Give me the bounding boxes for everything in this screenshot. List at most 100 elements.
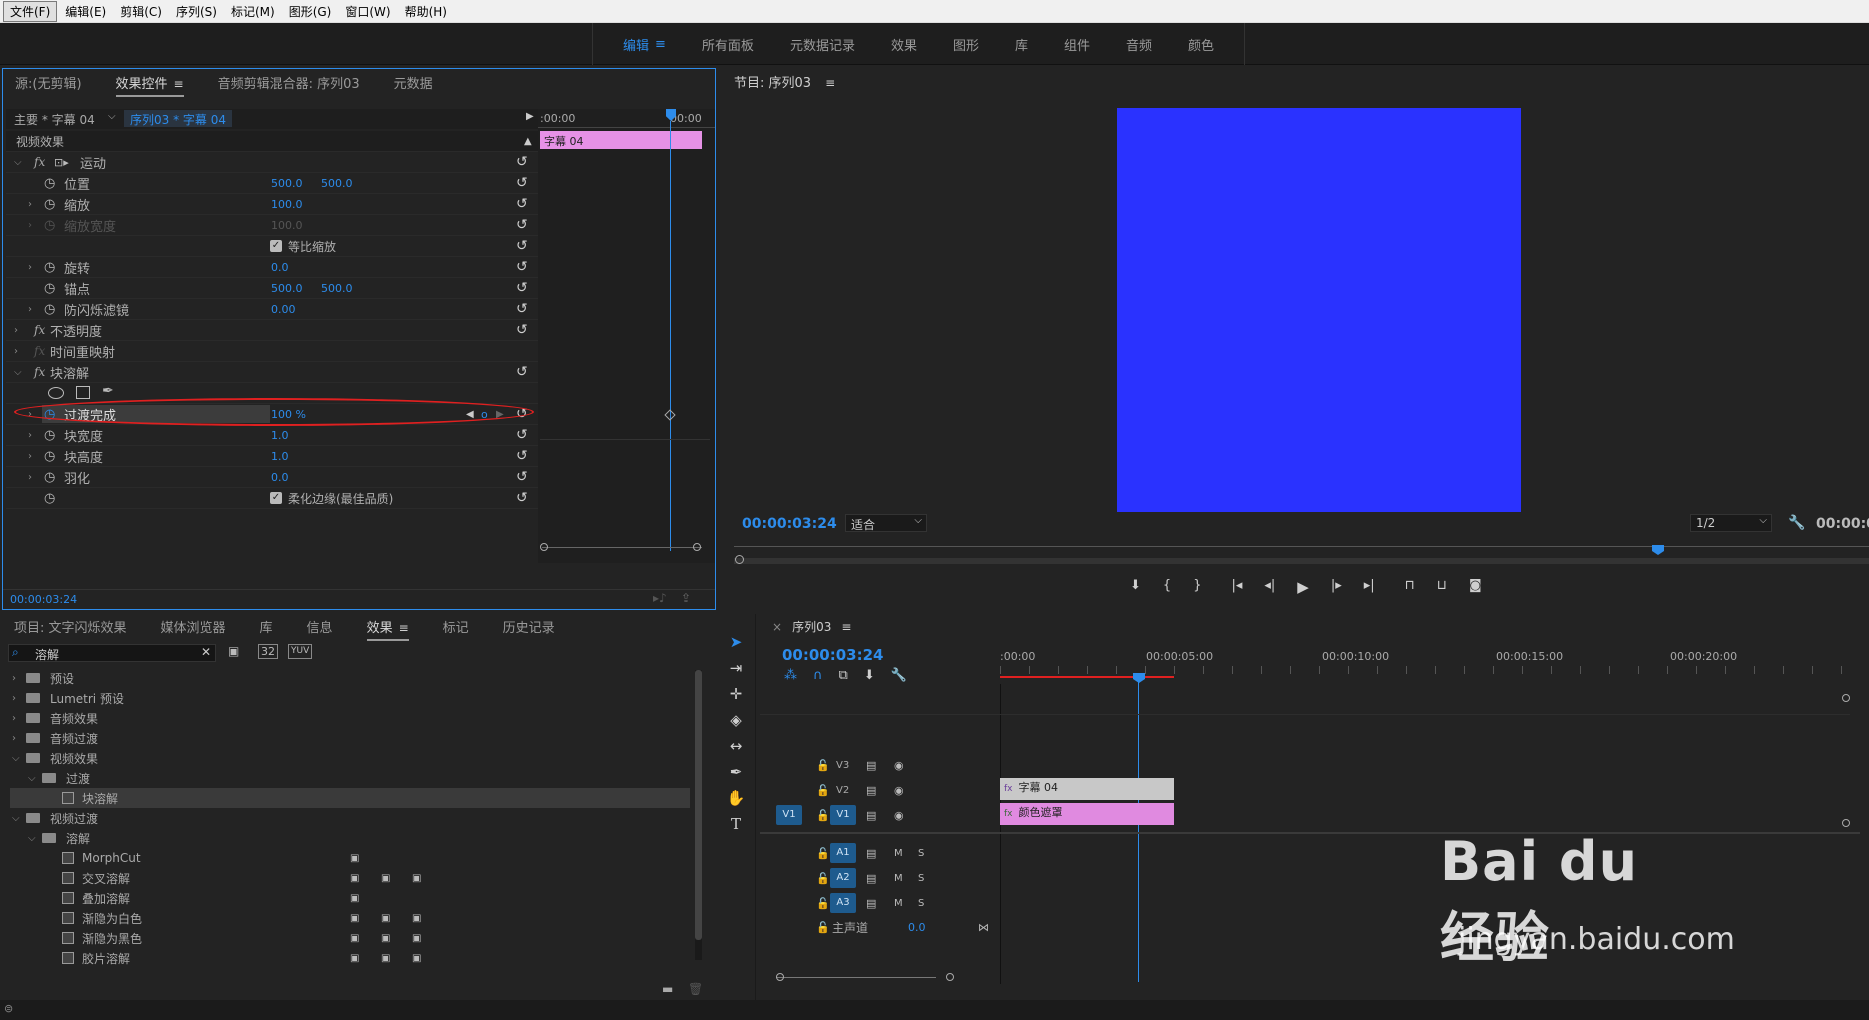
- reset-icon[interactable]: ↺: [516, 490, 528, 506]
- rectangle-mask-icon[interactable]: [76, 386, 90, 399]
- sequence-clip-label[interactable]: 序列03 * 字幕 04: [124, 110, 232, 127]
- workspace-library[interactable]: 库: [997, 35, 1046, 54]
- tab-info[interactable]: 信息: [307, 617, 333, 636]
- tree-scrollbar[interactable]: [695, 670, 702, 960]
- add-marker-icon[interactable]: ⬇: [864, 668, 875, 683]
- menu-icon[interactable]: ≡: [655, 37, 666, 52]
- stopwatch-icon[interactable]: ◷: [44, 281, 55, 296]
- pen-icon[interactable]: ✒: [726, 762, 746, 782]
- hscroll-handle-left[interactable]: [776, 973, 784, 981]
- lock-icon[interactable]: 🔓: [816, 759, 830, 772]
- keyframe-diamond-icon[interactable]: [664, 409, 676, 421]
- selection-tool-icon[interactable]: ➤: [726, 632, 746, 652]
- reset-icon[interactable]: ↺: [516, 322, 528, 338]
- tree-item[interactable]: › Lumetri 预设: [10, 688, 690, 708]
- master-volume-value[interactable]: 0.0: [908, 921, 926, 934]
- tree-item[interactable]: ⌵ 视频效果: [10, 748, 690, 768]
- sync-lock-icon[interactable]: ▤: [866, 809, 876, 822]
- block-height-value[interactable]: 1.0: [271, 450, 289, 463]
- program-preview-frame[interactable]: [1117, 108, 1521, 512]
- position-x-value[interactable]: 500.0: [271, 177, 303, 190]
- stopwatch-icon[interactable]: ◷: [44, 260, 55, 275]
- linked-selection-icon[interactable]: ⧉: [839, 668, 848, 683]
- vscroll-handle-top[interactable]: [1842, 694, 1850, 702]
- solo-button[interactable]: S: [918, 873, 924, 884]
- export-icon[interactable]: ⇪: [681, 591, 691, 605]
- anchor-x-value[interactable]: 500.0: [271, 282, 303, 295]
- scrub-bar[interactable]: [734, 558, 1869, 564]
- accelerated-effects-icon[interactable]: ▣: [228, 644, 239, 658]
- lock-icon[interactable]: 🔓: [816, 847, 830, 860]
- uniform-scale-checkbox[interactable]: ✓: [270, 240, 282, 252]
- panel-menu-icon[interactable]: ≡: [399, 621, 409, 635]
- menu-edit[interactable]: 编辑(E): [59, 2, 112, 21]
- chevron-down-icon[interactable]: ⌵: [14, 157, 22, 168]
- chevron-right-icon[interactable]: ›: [12, 713, 16, 724]
- pen-mask-icon[interactable]: ✒: [102, 383, 114, 399]
- solo-button[interactable]: S: [918, 848, 924, 859]
- wrench-icon[interactable]: 🔧: [891, 668, 907, 683]
- chevron-right-icon[interactable]: ›: [28, 199, 32, 210]
- menu-graphics[interactable]: 图形(G): [283, 2, 338, 21]
- track-label[interactable]: V2: [836, 785, 849, 796]
- chevron-down-icon[interactable]: ⌵: [12, 813, 20, 824]
- mute-button[interactable]: M: [894, 848, 903, 859]
- slip-icon[interactable]: ↔: [726, 736, 746, 756]
- ellipse-mask-icon[interactable]: [48, 387, 64, 399]
- tree-item[interactable]: 胶片溶解 ▣ ▣ ▣: [10, 948, 690, 968]
- tab-metadata[interactable]: 元数据: [394, 73, 433, 92]
- chevron-right-icon[interactable]: ›: [12, 673, 16, 684]
- tab-audio-clip-mixer[interactable]: 音频剪辑混合器: 序列03: [218, 73, 360, 92]
- lock-icon[interactable]: 🔓: [816, 784, 830, 797]
- sync-lock-icon[interactable]: ▤: [866, 759, 876, 772]
- scrub-start-handle[interactable]: [735, 555, 744, 564]
- eye-icon[interactable]: ◉: [894, 784, 904, 797]
- tab-project[interactable]: 项目: 文字闪烁效果: [14, 617, 127, 636]
- play-audio-icon[interactable]: ▸♪: [653, 591, 667, 605]
- chevron-right-icon[interactable]: ›: [14, 325, 18, 336]
- step-back-icon[interactable]: ◂|: [1264, 578, 1275, 596]
- scroll-handle-right[interactable]: [693, 543, 701, 551]
- reset-icon[interactable]: ↺: [516, 469, 528, 485]
- search-input[interactable]: 溶解: [35, 646, 59, 663]
- tree-item[interactable]: 叠加溶解 ▣: [10, 888, 690, 908]
- chevron-right-icon[interactable]: ›: [12, 733, 16, 744]
- stopwatch-icon[interactable]: ◷: [44, 197, 55, 212]
- fit-dropdown[interactable]: 适合 ⌵: [845, 514, 927, 532]
- soften-edges-checkbox[interactable]: ✓: [270, 492, 282, 504]
- workspace-color[interactable]: 颜色: [1170, 35, 1232, 54]
- reset-icon[interactable]: ↺: [516, 280, 528, 296]
- tab-history[interactable]: 历史记录: [503, 617, 555, 636]
- vscroll-handle-bottom[interactable]: [1842, 819, 1850, 827]
- clip-bar[interactable]: 字幕 04: [540, 131, 702, 149]
- effect-controls-timecode[interactable]: 00:00:03:24: [10, 593, 77, 606]
- source-patch-v1[interactable]: V1: [776, 805, 802, 825]
- stopwatch-icon[interactable]: ◷: [44, 449, 55, 464]
- ripple-edit-icon[interactable]: ✛: [726, 684, 746, 704]
- workspace-edit[interactable]: 编辑: [605, 35, 655, 54]
- go-to-in-icon[interactable]: |◂: [1231, 578, 1242, 596]
- timeline-tab[interactable]: × 序列03 ≡: [772, 618, 851, 635]
- track-select-icon[interactable]: ⇥: [726, 658, 746, 678]
- 32bit-effects-icon[interactable]: 32: [258, 644, 278, 659]
- lock-icon[interactable]: 🔓: [816, 921, 830, 934]
- mute-button[interactable]: M: [894, 873, 903, 884]
- stopwatch-icon[interactable]: ◷: [44, 302, 55, 317]
- stopwatch-icon[interactable]: ◷: [44, 470, 55, 485]
- chevron-right-icon[interactable]: ›: [28, 220, 32, 231]
- reset-icon[interactable]: ↺: [516, 427, 528, 443]
- reset-icon[interactable]: ↺: [516, 259, 528, 275]
- panel-menu-icon[interactable]: ≡: [825, 76, 835, 90]
- delete-icon[interactable]: 🗑: [688, 982, 703, 996]
- solo-button[interactable]: S: [918, 898, 924, 909]
- eye-icon[interactable]: ◉: [894, 809, 904, 822]
- tree-item[interactable]: › 预设: [10, 668, 690, 688]
- tree-item[interactable]: 交叉溶解 ▣ ▣ ▣: [10, 868, 690, 888]
- mute-button[interactable]: M: [894, 898, 903, 909]
- sync-lock-icon[interactable]: ▤: [866, 897, 876, 910]
- chevron-down-icon[interactable]: ⌵: [28, 773, 36, 784]
- close-tab-icon[interactable]: ×: [772, 620, 782, 634]
- fx-icon[interactable]: fx: [34, 323, 45, 337]
- workspace-audio[interactable]: 音频: [1108, 35, 1170, 54]
- new-bin-icon[interactable]: ▬: [662, 982, 673, 996]
